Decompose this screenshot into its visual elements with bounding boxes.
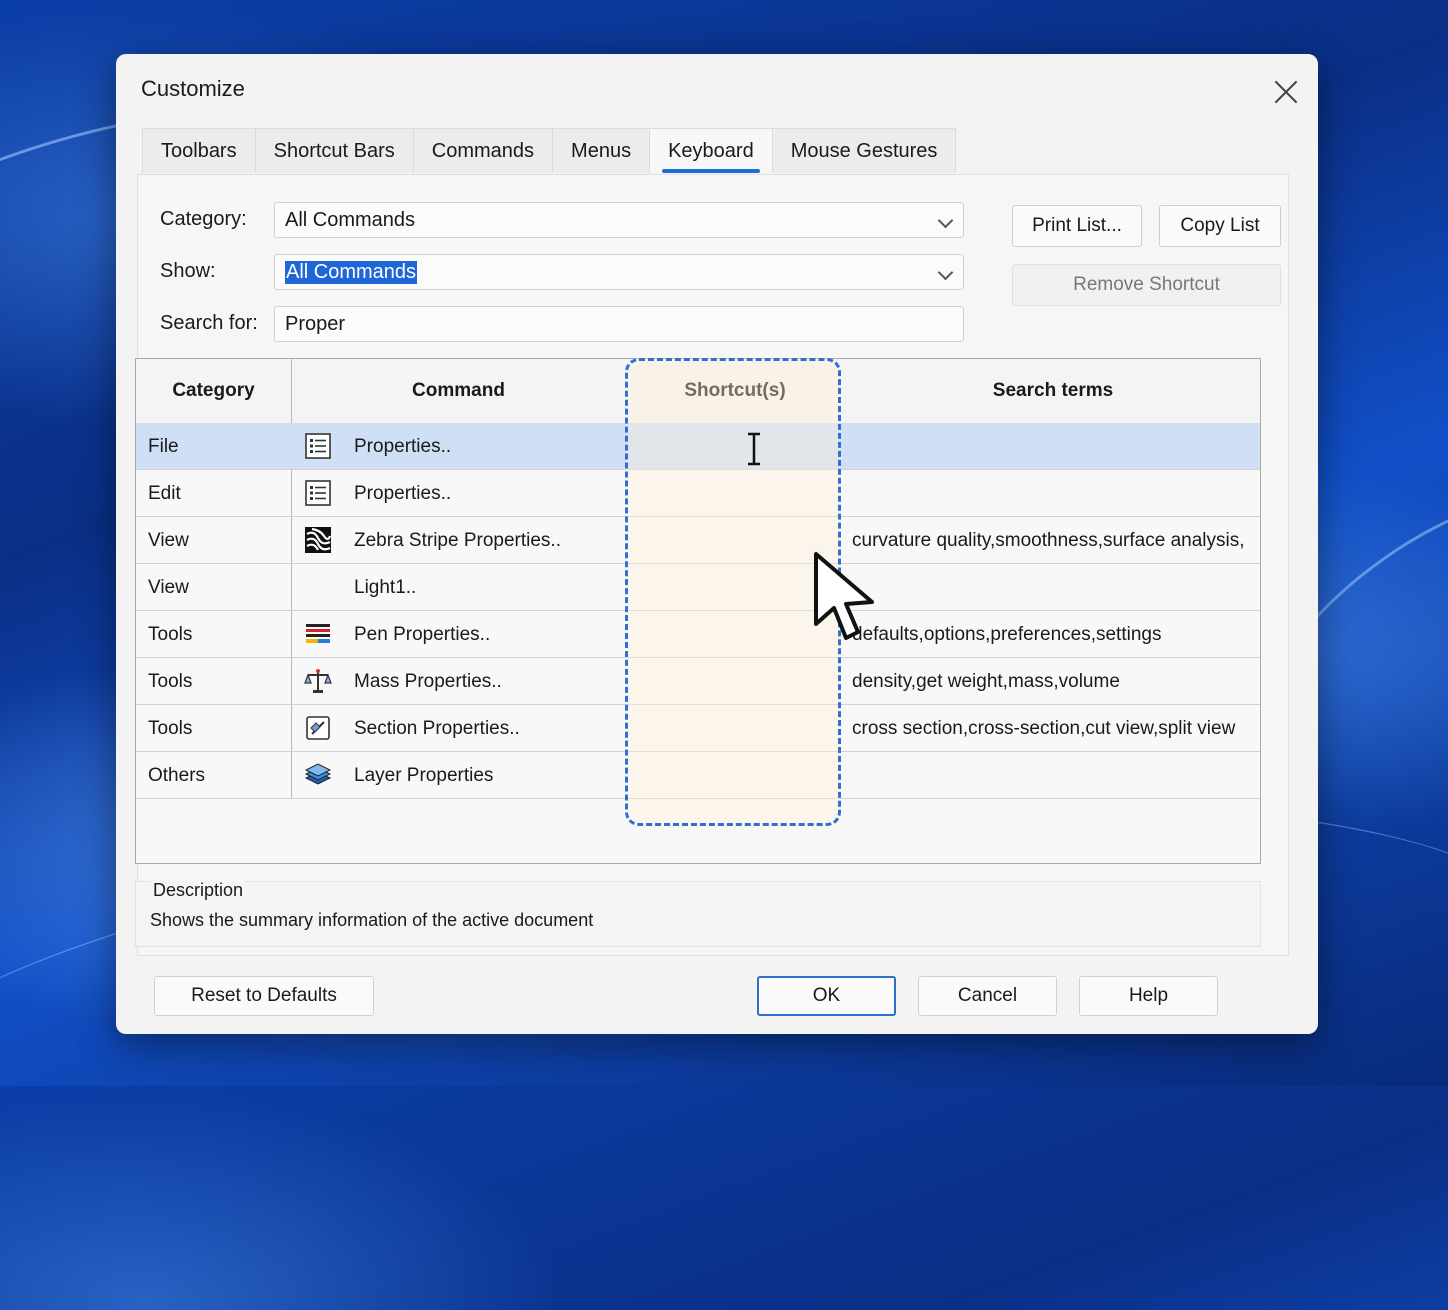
ok-button[interactable]: OK — [757, 976, 896, 1016]
table-row[interactable]: Tools Mass Properties.. density,get weig… — [136, 658, 1260, 705]
row-shortcut[interactable] — [631, 517, 841, 564]
search-label: Search for: — [160, 312, 258, 334]
show-label: Show: — [160, 260, 216, 282]
row-category: Tools — [148, 670, 193, 692]
table-header: Category Command Shortcut(s) Search term… — [136, 359, 1260, 424]
show-select-value: All Commands — [285, 260, 418, 284]
tab-label: Commands — [431, 139, 535, 162]
tab-label: Toolbars — [161, 139, 237, 162]
tab-label: Shortcut Bars — [273, 139, 395, 162]
row-category: File — [148, 435, 179, 457]
column-header-shortcuts[interactable]: Shortcut(s) — [626, 359, 844, 423]
text-cursor-icon — [748, 432, 760, 466]
search-input[interactable]: Proper — [274, 306, 964, 342]
copy-list-button[interactable]: Copy List — [1159, 205, 1281, 247]
tab-bar: Toolbars Shortcut Bars Commands Menus Ke… — [142, 128, 957, 174]
search-input-value: Proper — [285, 312, 346, 335]
row-command: Properties.. — [354, 435, 452, 457]
row-command: Mass Properties.. — [354, 670, 502, 692]
commands-table: Category Command Shortcut(s) Search term… — [135, 358, 1261, 864]
scale-icon — [304, 669, 332, 693]
mouse-pointer-icon — [814, 552, 874, 640]
table-row[interactable]: Edit Properties.. — [136, 470, 1260, 517]
properties-list-icon — [305, 433, 331, 459]
category-select[interactable]: All Commands — [274, 202, 964, 238]
row-command: Zebra Stripe Properties.. — [354, 529, 561, 551]
chevron-down-icon — [937, 264, 954, 281]
row-search-terms: density,get weight,mass,volume — [852, 670, 1120, 692]
category-select-value: All Commands — [285, 208, 416, 231]
properties-list-icon — [305, 480, 331, 506]
table-row[interactable]: View Zebra Stripe Properties.. curvature… — [136, 517, 1260, 564]
cancel-button[interactable]: Cancel — [918, 976, 1057, 1016]
column-header-command[interactable]: Command — [291, 359, 626, 423]
row-shortcut[interactable] — [631, 564, 841, 611]
tab-commands[interactable]: Commands — [412, 128, 554, 173]
row-search-terms: curvature quality,smoothness,surface ana… — [852, 529, 1245, 551]
row-command: Layer Properties — [354, 764, 494, 786]
tab-label: Mouse Gestures — [790, 139, 938, 162]
row-category: Tools — [148, 623, 193, 645]
table-row[interactable]: View Light1.. — [136, 564, 1260, 611]
description-group: Description Shows the summary informatio… — [135, 880, 1261, 947]
tab-label: Menus — [571, 139, 632, 162]
chevron-down-icon — [937, 212, 954, 229]
print-list-button[interactable]: Print List... — [1012, 205, 1142, 247]
table-row[interactable]: Others Layer Properties — [136, 752, 1260, 799]
close-icon[interactable] — [1271, 76, 1301, 106]
show-select[interactable]: All Commands — [274, 254, 964, 290]
row-search-terms — [852, 423, 1257, 470]
row-category: Others — [148, 764, 206, 786]
keyboard-panel: Category: All Commands Show: All Command… — [135, 174, 1289, 956]
dialog-title: Customize — [141, 76, 245, 101]
help-button[interactable]: Help — [1079, 976, 1218, 1016]
description-text: Shows the summary information of the act… — [150, 910, 594, 930]
row-shortcut[interactable] — [631, 658, 841, 705]
layers-icon — [304, 763, 332, 785]
tab-toolbars[interactable]: Toolbars — [142, 128, 256, 173]
section-icon — [306, 716, 330, 740]
tab-shortcut-bars[interactable]: Shortcut Bars — [254, 128, 414, 173]
category-label: Category: — [160, 208, 247, 230]
row-search-terms — [852, 752, 1257, 799]
description-title: Description — [151, 880, 246, 901]
row-command: Pen Properties.. — [354, 623, 491, 645]
row-search-terms: cross section,cross-section,cut view,spl… — [852, 717, 1236, 739]
column-header-search-terms[interactable]: Search terms — [844, 359, 1260, 423]
customize-dialog: Customize Toolbars Shortcut Bars Command… — [116, 54, 1318, 1034]
row-shortcut[interactable] — [631, 752, 841, 799]
tab-menus[interactable]: Menus — [552, 128, 651, 173]
row-command: Light1.. — [354, 576, 417, 598]
row-command: Section Properties.. — [354, 717, 520, 739]
row-category: Tools — [148, 717, 193, 739]
row-category: View — [148, 576, 189, 598]
remove-shortcut-button[interactable]: Remove Shortcut — [1012, 264, 1281, 306]
row-search-terms: defaults,options,preferences,settings — [852, 623, 1162, 645]
tab-mouse-gestures[interactable]: Mouse Gestures — [771, 128, 957, 173]
table-row[interactable]: Tools Pen Properties.. defaults,options,… — [136, 611, 1260, 658]
zebra-stripe-icon — [305, 527, 332, 553]
reset-to-defaults-button[interactable]: Reset to Defaults — [154, 976, 374, 1016]
column-header-category[interactable]: Category — [136, 359, 291, 423]
tab-keyboard[interactable]: Keyboard — [649, 128, 773, 173]
row-command: Properties.. — [354, 482, 452, 504]
pen-properties-icon — [306, 624, 330, 643]
row-search-terms — [852, 470, 1257, 517]
row-shortcut[interactable] — [631, 611, 841, 658]
row-category: View — [148, 529, 189, 551]
row-shortcut[interactable] — [631, 423, 841, 470]
table-row[interactable]: File Properties.. — [136, 423, 1260, 470]
row-shortcut[interactable] — [631, 705, 841, 752]
tab-label: Keyboard — [668, 139, 754, 162]
row-shortcut[interactable] — [631, 470, 841, 517]
row-search-terms — [852, 564, 1257, 611]
row-category: Edit — [148, 482, 181, 504]
table-row[interactable]: Tools Section Properties.. cross section… — [136, 705, 1260, 752]
